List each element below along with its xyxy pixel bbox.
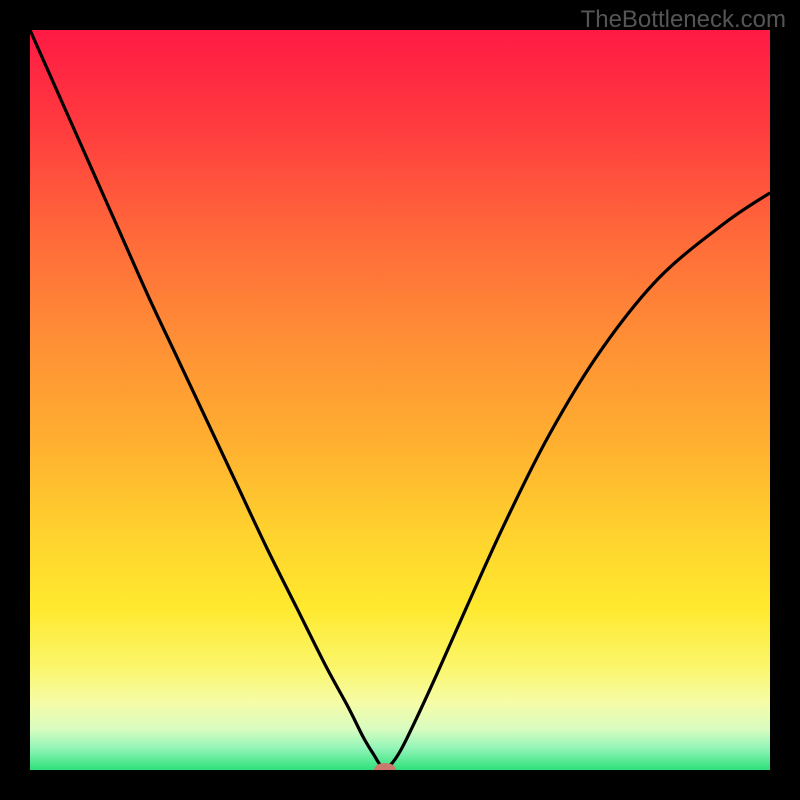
curve-layer <box>30 30 770 770</box>
bottleneck-curve <box>30 30 770 768</box>
optimum-marker <box>374 763 396 770</box>
chart-plot-area <box>30 30 770 770</box>
attribution-text: TheBottleneck.com <box>581 6 786 34</box>
